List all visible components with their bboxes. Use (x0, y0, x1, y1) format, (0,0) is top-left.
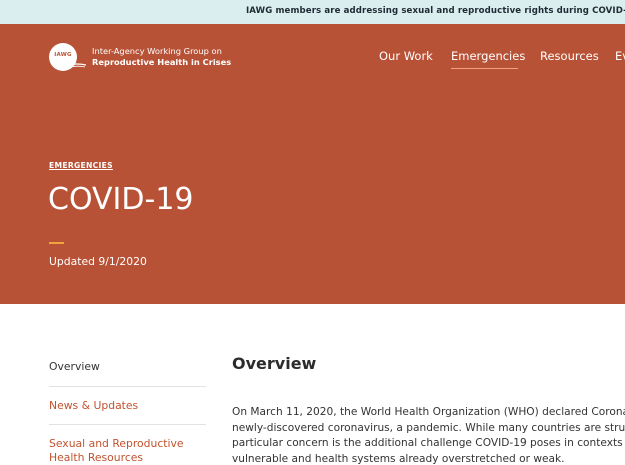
logo-text: IAWG (54, 52, 72, 58)
paragraph-line: vulnerable and health systems already ov… (232, 452, 565, 465)
sidebar-item-srh-resources-line2[interactable]: Health Resources (49, 451, 206, 465)
overview-paragraph: On March 11, 2020, the World Health Orga… (232, 405, 625, 465)
nav-resources[interactable]: Resources (540, 49, 599, 63)
nav-emergencies[interactable]: Emergencies (451, 49, 525, 63)
updated-date: Updated 9/1/2020 (49, 255, 147, 268)
nav-active-indicator (451, 68, 518, 69)
nav-our-work[interactable]: Our Work (379, 49, 433, 63)
sidebar-divider (49, 386, 206, 387)
org-name-line2[interactable]: Reproductive Health in Crises (92, 57, 231, 67)
breadcrumb-emergencies[interactable]: EMERGENCIES (49, 161, 113, 170)
paragraph-line: On March 11, 2020, the World Health Orga… (232, 406, 625, 418)
paragraph-line: newly-discovered coronavirus, a pandemic… (232, 421, 625, 434)
nav-events[interactable]: Ev (615, 49, 625, 63)
accent-divider (49, 242, 64, 244)
page-title: COVID-19 (48, 182, 194, 217)
announcement-banner[interactable]: IAWG members are addressing sexual and r… (0, 0, 625, 24)
sidebar-item-srh-resources-line1[interactable]: Sexual and Reproductive (49, 437, 206, 451)
paragraph-line: particular concern is the additional cha… (232, 437, 623, 449)
logo-swoosh-icon (60, 63, 86, 70)
banner-text[interactable]: IAWG members are addressing sexual and r… (246, 6, 625, 16)
org-name-line1[interactable]: Inter-Agency Working Group on (92, 46, 222, 56)
section-title-overview: Overview (232, 354, 317, 373)
sidebar-item-overview[interactable]: Overview (49, 360, 206, 374)
sidebar-item-news-updates[interactable]: News & Updates (49, 399, 206, 413)
sidebar-divider (49, 424, 206, 425)
hero-section: IAWG Inter-Agency Working Group on Repro… (0, 24, 625, 304)
